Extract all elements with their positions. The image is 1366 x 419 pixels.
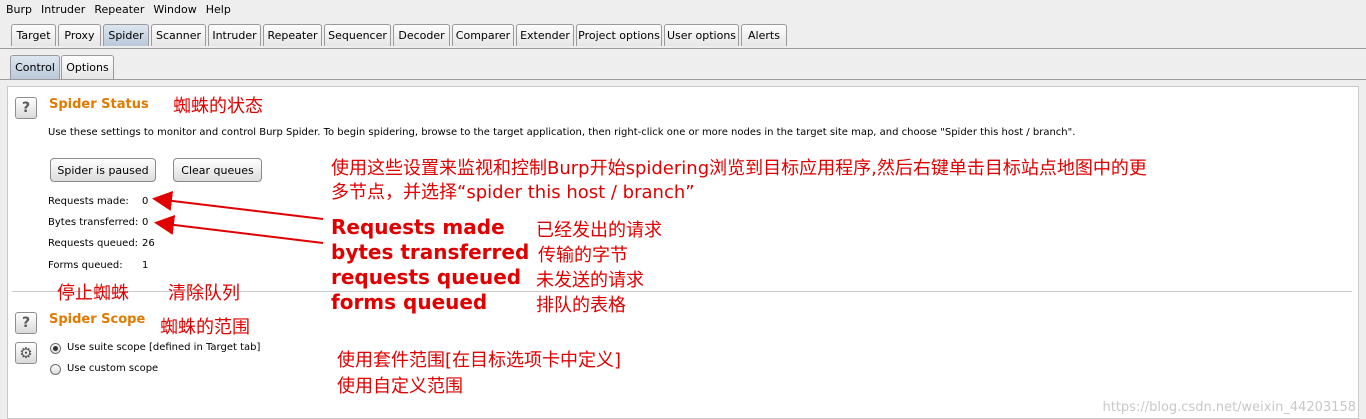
annotation-stat-cn-3: 排队的表格 <box>536 295 626 316</box>
arrow-requests-made <box>152 190 324 220</box>
annotation-stat-en-2: requests queued <box>331 265 522 289</box>
annotation-pause-cn: 停止蜘蛛 <box>57 283 129 304</box>
annotation-stat-cn-2: 未发送的请求 <box>536 270 644 291</box>
annotation-stat-en-3: forms queued <box>331 290 488 314</box>
annotation-stat-en-1: bytes transferred <box>331 240 530 264</box>
annotation-stat-en-0: Requests made <box>331 215 505 239</box>
annotation-status-cn: 蜘蛛的状态 <box>173 96 263 117</box>
arrow-bytes-transferred <box>154 214 324 244</box>
annotation-scope-cn: 蜘蛛的范围 <box>160 317 250 338</box>
annotation-clear-cn: 清除队列 <box>168 283 240 304</box>
annotation-desc-line1: 使用这些设置来监视和控制Burp开始spidering浏览到目标应用程序,然后右… <box>331 158 1147 179</box>
annotation-suite-scope-cn: 使用套件范围[在目标选项卡中定义] <box>337 350 622 371</box>
annotation-stat-cn-0: 已经发出的请求 <box>536 220 662 241</box>
annotation-desc-line2: 多节点，并选择“spider this host / branch” <box>331 182 695 203</box>
annotation-arrows <box>152 190 324 244</box>
watermark: https://blog.csdn.net/weixin_44203158 <box>1102 400 1356 415</box>
annotation-stat-cn-1: 传输的字节 <box>538 245 628 266</box>
annotation-custom-scope-cn: 使用自定义范围 <box>337 376 463 397</box>
